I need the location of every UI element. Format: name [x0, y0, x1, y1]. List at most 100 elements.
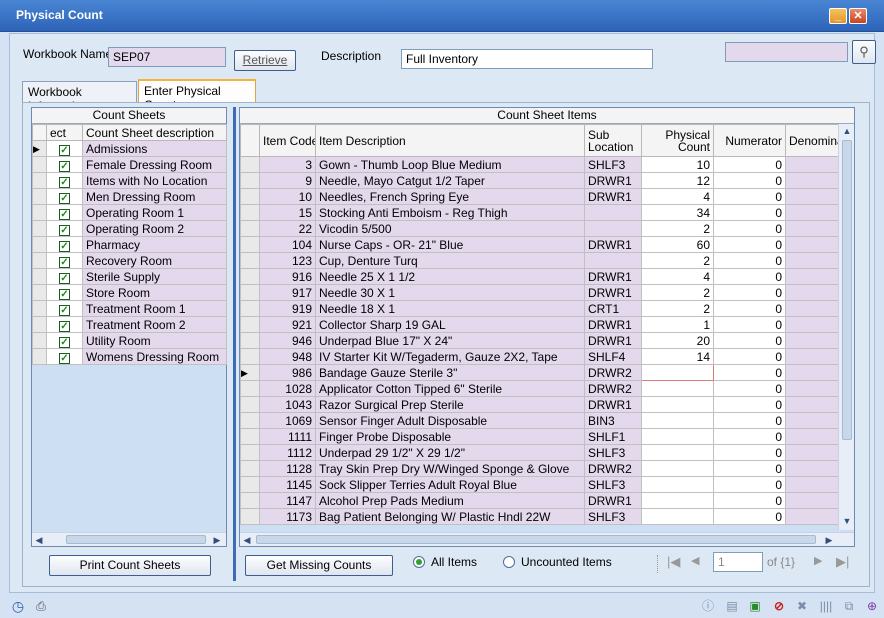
- physical-count-cell[interactable]: 10: [641, 156, 714, 173]
- select-column-header[interactable]: ect: [46, 124, 83, 141]
- row-header[interactable]: [32, 236, 47, 253]
- scroll-down-icon[interactable]: ▼: [840, 514, 854, 528]
- search-button[interactable]: ⚲: [852, 40, 876, 64]
- physical-count-cell[interactable]: [641, 444, 714, 461]
- numerator-cell[interactable]: 0: [713, 364, 786, 381]
- row-header[interactable]: [32, 172, 47, 189]
- add-record-icon[interactable]: ⊕: [864, 598, 880, 614]
- count-sheet-description[interactable]: Pharmacy: [82, 236, 227, 253]
- item-row[interactable]: 1145 Sock Slipper Terries Adult Royal Blu…: [240, 476, 838, 493]
- select-checkbox[interactable]: ✓: [46, 300, 83, 317]
- item-row[interactable]: 123 Cup, Denture Turq 2 0: [240, 252, 838, 269]
- count-sheet-description[interactable]: Female Dressing Room: [82, 156, 227, 173]
- close-button[interactable]: ✕: [849, 8, 867, 24]
- description-field[interactable]: Full Inventory: [401, 49, 653, 69]
- count-sheet-description[interactable]: Operating Room 1: [82, 204, 227, 221]
- count-sheet-row[interactable]: ✓ Operating Room 1: [32, 204, 227, 221]
- denominator-cell[interactable]: [785, 364, 838, 381]
- row-header[interactable]: [240, 332, 260, 349]
- denominator-cell[interactable]: [785, 220, 838, 237]
- physical-count-cell[interactable]: [641, 364, 714, 381]
- select-checkbox[interactable]: ✓: [46, 348, 83, 365]
- numerator-cell[interactable]: 0: [713, 508, 786, 525]
- numerator-cell[interactable]: 0: [713, 252, 786, 269]
- count-sheet-row[interactable]: ✓ Pharmacy: [32, 236, 227, 253]
- item-row[interactable]: ▶ 986 Bandage Gauze Sterile 3" DRWR2 0: [240, 364, 838, 381]
- row-header[interactable]: [240, 508, 260, 525]
- item-row[interactable]: 948 IV Starter Kit W/Tegaderm, Gauze 2X2,…: [240, 348, 838, 365]
- item-row[interactable]: 1111 Finger Probe Disposable SHLF1 0: [240, 428, 838, 445]
- delete-icon[interactable]: ⊘: [771, 598, 787, 614]
- count-sheet-row[interactable]: ✓ Store Room: [32, 284, 227, 301]
- sub-location-column-header[interactable]: Sub Location: [584, 124, 642, 157]
- retrieve-button[interactable]: Retrieve: [234, 50, 296, 71]
- previous-page-icon[interactable]: ◀: [691, 554, 699, 567]
- item-row[interactable]: 1112 Underpad 29 1/2" X 29 1/2" SHLF3 0: [240, 444, 838, 461]
- count-sheets-hscrollbar[interactable]: ◀ ▶: [32, 532, 226, 546]
- numerator-cell[interactable]: 0: [713, 268, 786, 285]
- row-header[interactable]: [240, 172, 260, 189]
- item-row[interactable]: 921 Collector Sharp 19 GAL DRWR1 1 0: [240, 316, 838, 333]
- numerator-cell[interactable]: 0: [713, 236, 786, 253]
- row-header[interactable]: [240, 220, 260, 237]
- item-row[interactable]: 1028 Applicator Cotton Tipped 6" Sterile D…: [240, 380, 838, 397]
- item-row[interactable]: 9 Needle, Mayo Catgut 1/2 Taper DRWR1 12 0: [240, 172, 838, 189]
- scroll-up-icon[interactable]: ▲: [840, 124, 854, 138]
- physical-count-cell[interactable]: 2: [641, 300, 714, 317]
- numerator-cell[interactable]: 0: [713, 220, 786, 237]
- count-sheet-description[interactable]: Utility Room: [82, 332, 227, 349]
- select-checkbox[interactable]: ✓: [46, 236, 83, 253]
- numerator-cell[interactable]: 0: [713, 316, 786, 333]
- denominator-cell[interactable]: [785, 268, 838, 285]
- denominator-cell[interactable]: [785, 476, 838, 493]
- row-header[interactable]: [32, 156, 47, 173]
- select-checkbox[interactable]: ✓: [46, 268, 83, 285]
- vertical-scroll-thumb[interactable]: [842, 140, 852, 440]
- row-header[interactable]: [240, 348, 260, 365]
- item-row[interactable]: 1043 Razor Surgical Prep Sterile DRWR1 0: [240, 396, 838, 413]
- item-row[interactable]: 916 Needle 25 X 1 1/2 DRWR1 4 0: [240, 268, 838, 285]
- horizontal-scroll-thumb[interactable]: [256, 535, 816, 544]
- denominator-cell[interactable]: [785, 188, 838, 205]
- physical-count-cell[interactable]: [641, 428, 714, 445]
- count-sheet-row[interactable]: ✓ Items with No Location: [32, 172, 227, 189]
- count-sheet-row[interactable]: ✓ Treatment Room 1: [32, 300, 227, 317]
- row-header[interactable]: [240, 476, 260, 493]
- item-row[interactable]: 1147 Alcohol Prep Pads Medium DRWR1 0: [240, 492, 838, 509]
- item-row[interactable]: 1069 Sensor Finger Adult Disposable BIN3 0: [240, 412, 838, 429]
- denominator-cell[interactable]: [785, 380, 838, 397]
- first-page-icon[interactable]: |◀: [667, 554, 680, 570]
- denominator-cell[interactable]: [785, 252, 838, 269]
- denominator-cell[interactable]: [785, 316, 838, 333]
- item-code-column-header[interactable]: Item Code: [259, 124, 316, 157]
- row-header[interactable]: [240, 460, 260, 477]
- physical-count-cell[interactable]: 1: [641, 316, 714, 333]
- physical-count-cell[interactable]: [641, 476, 714, 493]
- item-row[interactable]: 946 Underpad Blue 17" X 24" DRWR1 20 0: [240, 332, 838, 349]
- count-sheet-row[interactable]: ✓ Womens Dressing Room: [32, 348, 227, 365]
- count-sheet-description[interactable]: Store Room: [82, 284, 227, 301]
- all-items-radio[interactable]: [413, 556, 425, 568]
- row-header[interactable]: [240, 268, 260, 285]
- count-sheet-row[interactable]: ✓ Recovery Room: [32, 252, 227, 269]
- numerator-cell[interactable]: 0: [713, 188, 786, 205]
- splitter[interactable]: [233, 107, 236, 581]
- count-sheet-description[interactable]: Treatment Room 2: [82, 316, 227, 333]
- denominator-cell[interactable]: [785, 348, 838, 365]
- item-row[interactable]: 10 Needles, French Spring Eye DRWR1 4 0: [240, 188, 838, 205]
- physical-count-cell[interactable]: 60: [641, 236, 714, 253]
- numerator-cell[interactable]: 0: [713, 172, 786, 189]
- numerator-cell[interactable]: 0: [713, 428, 786, 445]
- item-row[interactable]: 917 Needle 30 X 1 DRWR1 2 0: [240, 284, 838, 301]
- numerator-cell[interactable]: 0: [713, 444, 786, 461]
- workbook-name-field[interactable]: SEP07: [108, 47, 226, 67]
- denominator-cell[interactable]: [785, 492, 838, 509]
- physical-count-cell[interactable]: [641, 508, 714, 525]
- item-row[interactable]: 1173 Bag Patient Belonging W/ Plastic Hnd…: [240, 508, 838, 525]
- select-checkbox[interactable]: ✓: [46, 172, 83, 189]
- numerator-cell[interactable]: 0: [713, 348, 786, 365]
- numerator-cell[interactable]: 0: [713, 412, 786, 429]
- physical-count-cell[interactable]: 4: [641, 268, 714, 285]
- denominator-cell[interactable]: [785, 460, 838, 477]
- items-hscrollbar[interactable]: ◀ ▶: [240, 532, 854, 546]
